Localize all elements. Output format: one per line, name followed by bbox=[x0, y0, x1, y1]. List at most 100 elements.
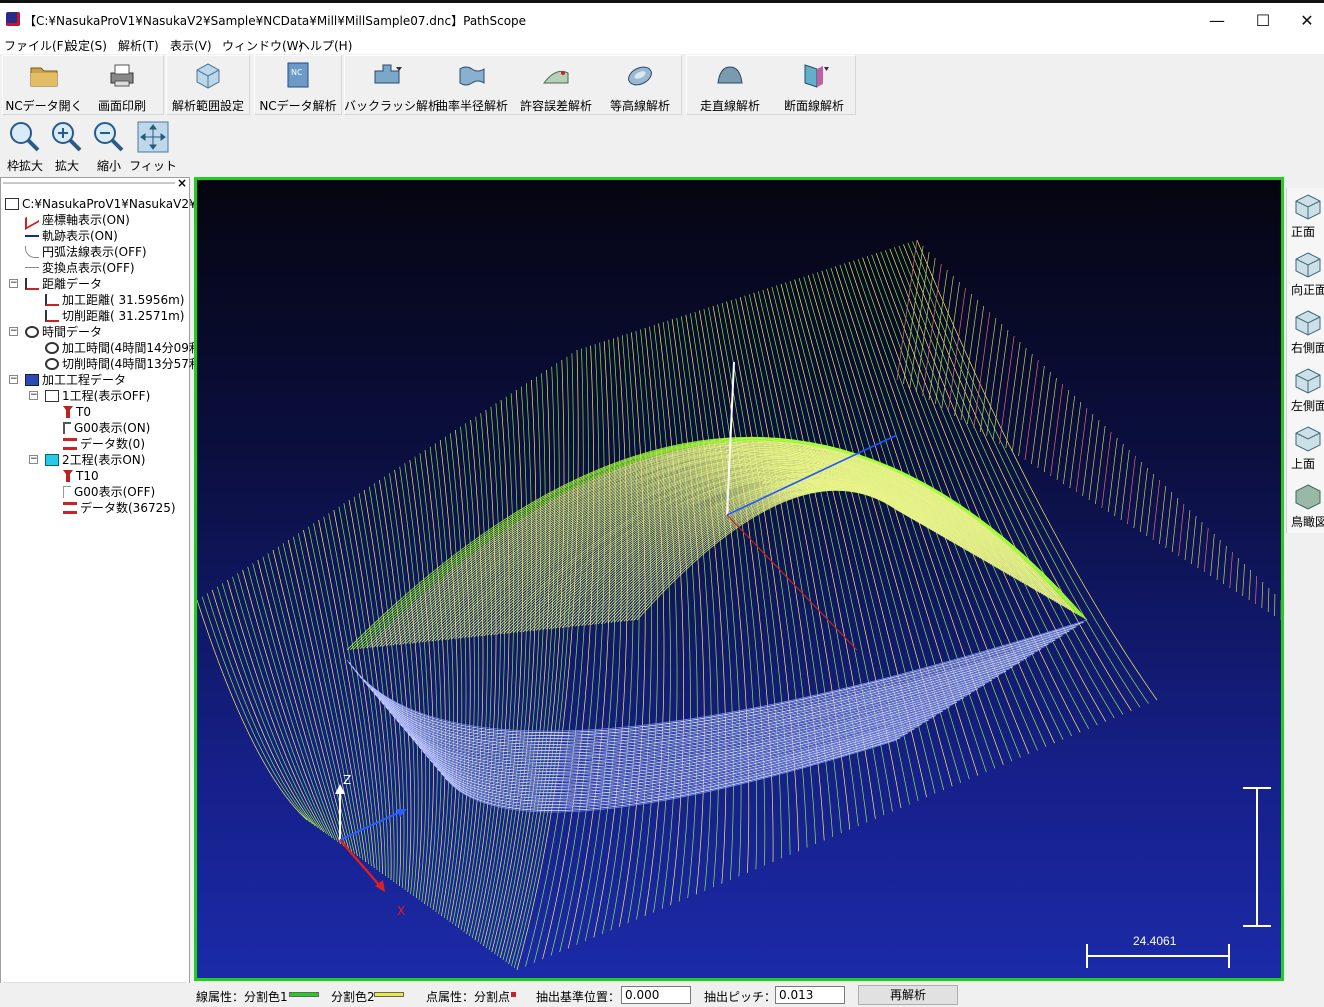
tolerance-analysis-button[interactable]: 許容誤差解析 bbox=[514, 59, 598, 113]
analysis-range-label: 解析範囲設定 bbox=[171, 99, 244, 113]
scan-line bbox=[689, 313, 734, 881]
tool-icon bbox=[63, 406, 73, 418]
backlash-analysis-button[interactable]: バックラッシ解析 bbox=[344, 59, 440, 113]
maximize-button[interactable]: ☐ bbox=[1240, 7, 1286, 35]
menu-view[interactable]: 表示(V) bbox=[170, 37, 212, 54]
zoom-in-button[interactable]: 拡大 bbox=[46, 118, 88, 174]
zoom-out-button[interactable]: 縮小 bbox=[88, 118, 130, 174]
fan-line bbox=[1139, 467, 1148, 533]
tree-item-tool-t0[interactable]: T0 bbox=[63, 404, 91, 420]
tree-item-time-data[interactable]: 時間データ bbox=[25, 324, 102, 340]
tree-item-label: G00表示(ON) bbox=[74, 421, 151, 435]
tree-item-cutting-distance[interactable]: 切削距離( 31.2571m) bbox=[45, 308, 185, 324]
view-top-label: 上面 bbox=[1291, 457, 1316, 471]
extract-base-input[interactable]: 0.000 bbox=[621, 986, 691, 1004]
triad-z-label: Z bbox=[343, 773, 351, 787]
tree-item-process-2[interactable]: 2工程(表示ON) bbox=[45, 452, 145, 468]
tool-icon bbox=[63, 470, 73, 482]
cube-cyan-icon bbox=[45, 454, 59, 466]
scan-line bbox=[262, 556, 344, 847]
tree-item-tool-t10[interactable]: T10 bbox=[63, 468, 99, 484]
tree-item-axis-display[interactable]: 座標軸表示(ON) bbox=[25, 209, 130, 231]
view-direction-panel: 正面 向正面 右側面 左側面 上面 鳥瞰図 bbox=[1286, 188, 1324, 533]
fan-line bbox=[1024, 359, 1039, 461]
view-bird-eye-button[interactable]: 鳥瞰図 bbox=[1287, 478, 1324, 532]
view-top-button[interactable]: 上面 bbox=[1287, 420, 1324, 474]
toolpath-3d-viewport[interactable]: Z X 24.4061 bbox=[194, 177, 1284, 981]
menu-settings[interactable]: 設定(S) bbox=[66, 37, 107, 54]
tree-item-g00-display-1[interactable]: G00表示(ON) bbox=[63, 420, 150, 436]
fan-line bbox=[1133, 461, 1142, 529]
tree-item-data-count-2[interactable]: データ数(36725) bbox=[63, 500, 176, 516]
tree-item-label: 1工程(表示OFF) bbox=[62, 389, 151, 403]
line-attribute-label: 線属性：分割色1 bbox=[196, 990, 288, 1004]
collapse-toggle[interactable]: − bbox=[9, 327, 18, 336]
fan-line bbox=[1114, 443, 1124, 517]
scan-line-analysis-label: 走直線解析 bbox=[699, 99, 760, 113]
analysis-range-button[interactable]: 解析範囲設定 bbox=[166, 59, 250, 113]
fan-line bbox=[1235, 557, 1239, 593]
scan-line bbox=[658, 323, 685, 906]
fan-line bbox=[1242, 563, 1245, 597]
tree-close-button[interactable]: × bbox=[177, 176, 187, 190]
collapse-toggle[interactable]: − bbox=[9, 279, 18, 288]
left-view-icon bbox=[1295, 368, 1321, 394]
tree-item-arc-normal-display[interactable]: 円弧法線表示(OFF) bbox=[25, 244, 147, 260]
scan-line bbox=[494, 376, 542, 955]
open-nc-data-button[interactable]: NCデータ開く bbox=[4, 59, 84, 113]
zoom-window-button[interactable]: 枠拡大 bbox=[4, 118, 46, 174]
tree-item-g00-display-2[interactable]: G00表示(OFF) bbox=[63, 484, 155, 500]
scan-line bbox=[576, 339, 617, 945]
tree-item-label: 座標軸表示(ON) bbox=[42, 213, 130, 227]
fan-line bbox=[1184, 509, 1191, 561]
reanalyze-button[interactable]: 再解析 bbox=[858, 985, 958, 1005]
nc-data-analysis-button[interactable]: NC NCデータ解析 bbox=[256, 59, 340, 113]
tree-item-distance-data[interactable]: 距離データ bbox=[25, 276, 102, 292]
surface-icon bbox=[459, 66, 485, 86]
tree-item-process-data[interactable]: 加工工程データ bbox=[25, 372, 126, 388]
fan-line bbox=[1120, 449, 1130, 521]
tree-item-label: 距離データ bbox=[42, 277, 103, 291]
close-button[interactable]: ✕ bbox=[1284, 7, 1324, 35]
section-line-analysis-button[interactable]: 断面線解析 bbox=[772, 59, 856, 113]
data-count-icon bbox=[63, 438, 77, 450]
tree-item-machining-time[interactable]: 加工時間(4時間14分09利 bbox=[45, 340, 201, 356]
menu-help[interactable]: ヘルプ(H) bbox=[298, 37, 352, 54]
extract-pitch-input[interactable]: 0.013 bbox=[775, 986, 845, 1004]
minimize-button[interactable]: — bbox=[1194, 7, 1240, 35]
tree-item-process-1[interactable]: 1工程(表示OFF) bbox=[45, 388, 150, 404]
menu-file[interactable]: ファイル(F) bbox=[4, 37, 68, 54]
tree-item-label: 円弧法線表示(OFF) bbox=[42, 245, 147, 259]
view-back-button[interactable]: 向正面 bbox=[1287, 246, 1324, 300]
curvature-analysis-button[interactable]: 曲率半径解析 bbox=[430, 59, 514, 113]
print-screen-button[interactable]: 画面印刷 bbox=[84, 59, 160, 113]
distance-icon bbox=[45, 294, 59, 306]
tree-item-label: G00表示(OFF) bbox=[74, 485, 156, 499]
fan-line bbox=[1075, 407, 1088, 493]
tree-item-path-display[interactable]: 軌跡表示(ON) bbox=[25, 228, 118, 244]
view-right-button[interactable]: 右側面 bbox=[1287, 304, 1324, 358]
main-toolbar: NCデータ開く 画面印刷 解析範囲設定 NC NCデータ解析 バックラッシ解析 … bbox=[0, 55, 858, 115]
backlash-icon bbox=[374, 64, 402, 84]
data-count-icon bbox=[63, 502, 77, 514]
menu-analysis[interactable]: 解析(T) bbox=[118, 37, 159, 54]
tree-item-cutting-time[interactable]: 切削時間(4時間13分57利 bbox=[45, 356, 201, 372]
menu-window[interactable]: ウィンドウ(W) bbox=[222, 37, 303, 54]
contour-analysis-button[interactable]: 等高線解析 bbox=[598, 59, 682, 113]
fit-button[interactable]: フィット bbox=[129, 118, 177, 174]
tree-item-data-count-1[interactable]: データ数(0) bbox=[63, 436, 145, 452]
tree-item-conversion-point-display[interactable]: 変換点表示(OFF) bbox=[25, 260, 135, 276]
tree-item-machining-distance[interactable]: 加工距離( 31.5956m) bbox=[45, 292, 185, 308]
collapse-toggle[interactable]: − bbox=[29, 391, 38, 400]
scan-line-analysis-button[interactable]: 走直線解析 bbox=[688, 59, 772, 113]
zoom-toolbar: 枠拡大 拡大 縮小 フィット bbox=[0, 116, 177, 174]
collapse-toggle[interactable]: − bbox=[9, 375, 18, 384]
fan-line bbox=[1011, 347, 1027, 453]
collapse-toggle[interactable]: − bbox=[29, 455, 38, 464]
view-left-button[interactable]: 左側面 bbox=[1287, 362, 1324, 416]
tree-item-label: 加工工程データ bbox=[42, 373, 127, 387]
tree-root[interactable]: C:¥NasukaProV1¥NasukaV2¥Sa bbox=[5, 196, 212, 212]
view-front-button[interactable]: 正面 bbox=[1287, 188, 1324, 242]
process-icon bbox=[25, 374, 39, 386]
nc-file-icon bbox=[5, 198, 19, 210]
